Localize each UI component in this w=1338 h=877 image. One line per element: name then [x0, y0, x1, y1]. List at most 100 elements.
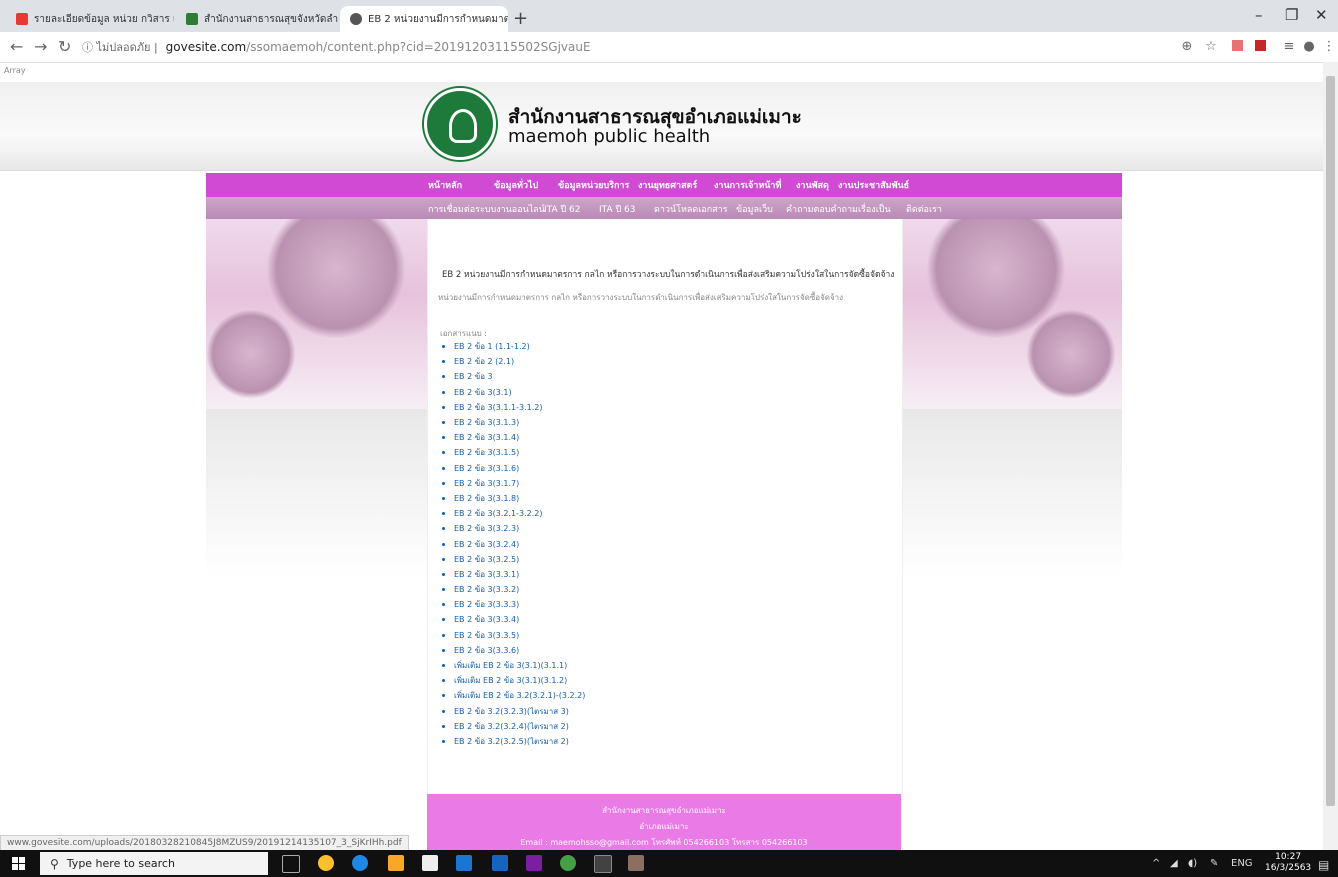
attachment-link[interactable]: EB 2 ข้อ 2 (2.1) — [442, 354, 585, 369]
attachment-link-text[interactable]: EB 2 ข้อ 3(3.1.6) — [454, 462, 519, 475]
attachment-link-text[interactable]: EB 2 ข้อ 3(3.1) — [454, 386, 512, 399]
attachment-link[interactable]: EB 2 ข้อ 3(3.1.4) — [442, 430, 585, 445]
attachment-link-text[interactable]: EB 2 ข้อ 3(3.2.1-3.2.2) — [454, 507, 542, 520]
nav-item-faq[interactable]: คำถามตอบคำถามเรื่องเป็น — [786, 202, 891, 216]
nav-item-downloads[interactable]: ดาวน์โหลดเอกสาร — [654, 202, 728, 216]
attachment-link-text[interactable]: EB 2 ข้อ 3 — [454, 370, 493, 383]
minimize-icon[interactable]: – — [1255, 6, 1263, 24]
attachment-link-text[interactable]: EB 2 ข้อ 3(3.1.7) — [454, 477, 519, 490]
nav-item-strategy[interactable]: งานยุทธศาสตร์ — [638, 178, 697, 192]
attachment-link[interactable]: เพิ่มเติม EB 2 ข้อ 3(3.1)(3.1.2) — [442, 673, 585, 688]
attachment-link[interactable]: EB 2 ข้อ 3(3.1.6) — [442, 461, 585, 476]
attachment-link[interactable]: EB 2 ข้อ 3(3.1.1-3.1.2) — [442, 400, 585, 415]
attachment-link[interactable]: EB 2 ข้อ 3(3.3.5) — [442, 628, 585, 643]
extension-pdf-icon[interactable] — [1255, 40, 1266, 51]
browser-tab-3-active[interactable]: EB 2 หน่วยงานมีการกำหนดมาตรการ ✕ — [340, 6, 508, 32]
address-bar[interactable]: ⓘ ไม่ปลอดภัย | govesite.com/ssomaemoh/co… — [82, 36, 1112, 58]
file-explorer-icon[interactable] — [388, 855, 404, 871]
edge-icon[interactable] — [352, 855, 368, 871]
attachment-link[interactable]: EB 2 ข้อ 3(3.3.3) — [442, 597, 585, 612]
photos-icon[interactable] — [594, 855, 612, 873]
windows-start-icon[interactable] — [12, 857, 26, 871]
nav-item-procurement[interactable]: งานพัสดุ — [796, 178, 829, 192]
attachment-link-text[interactable]: EB 2 ข้อ 3(3.1.5) — [454, 446, 519, 459]
attachment-link-text[interactable]: EB 2 ข้อ 1 (1.1-1.2) — [454, 340, 530, 353]
attachment-link-text[interactable]: EB 2 ข้อ 3.2(3.2.4)(ไตรมาส 2) — [454, 720, 569, 733]
nav-item-ita-62[interactable]: ITA ปี 62 — [544, 202, 581, 216]
attachment-link[interactable]: EB 2 ข้อ 3(3.2.5) — [442, 552, 585, 567]
new-tab-icon[interactable]: + — [513, 8, 528, 29]
attachment-link-text[interactable]: EB 2 ข้อ 3.2(3.2.3)(ไตรมาส 3) — [454, 705, 569, 718]
menu-icon[interactable]: ⋮ — [1322, 40, 1336, 54]
nav-item-online-systems[interactable]: การเชื่อมต่อระบบงานออนไลน์ — [428, 202, 545, 216]
zoom-icon[interactable]: ⊕ — [1180, 40, 1194, 54]
nav-item-service-units[interactable]: ข้อมูลหน่วยบริการ — [558, 178, 629, 192]
reload-icon[interactable]: ↻ — [58, 37, 71, 56]
browser-tab-2[interactable]: สำนักงานสาธารณสุขจังหวัดลำปาง - ... ✕ — [176, 6, 338, 32]
line-icon[interactable] — [560, 855, 576, 871]
attachment-link-text[interactable]: EB 2 ข้อ 3.2(3.2.5)(ไตรมาส 2) — [454, 735, 569, 748]
attachment-link[interactable]: EB 2 ข้อ 3(3.2.4) — [442, 536, 585, 551]
nav-item-contact[interactable]: ติดต่อเรา — [906, 202, 942, 216]
volume-icon[interactable]: ◖) — [1188, 858, 1197, 869]
attachment-link[interactable]: EB 2 ข้อ 3(3.1.7) — [442, 476, 585, 491]
nav-item-pr[interactable]: งานประชาสัมพันธ์ — [838, 178, 909, 192]
attachment-link-text[interactable]: EB 2 ข้อ 2 (2.1) — [454, 355, 514, 368]
attachment-link-text[interactable]: EB 2 ข้อ 3(3.3.4) — [454, 613, 519, 626]
attachment-link[interactable]: EB 2 ข้อ 3(3.2.1-3.2.2) — [442, 506, 585, 521]
attachment-link[interactable]: EB 2 ข้อ 3(3.1.5) — [442, 445, 585, 460]
nav-item-web-info[interactable]: ข้อมูลเว็บ — [736, 202, 773, 216]
mail-icon[interactable] — [456, 855, 472, 871]
close-window-icon[interactable]: ✕ — [1315, 6, 1328, 24]
attachment-link[interactable]: EB 2 ข้อ 3(3.3.4) — [442, 612, 585, 627]
attachment-link[interactable]: เพิ่มเติม EB 2 ข้อ 3(3.1)(3.1.1) — [442, 658, 585, 673]
attachment-link-text[interactable]: EB 2 ข้อ 3(3.3.5) — [454, 629, 519, 642]
attachment-link-text[interactable]: EB 2 ข้อ 3(3.1.8) — [454, 492, 519, 505]
chrome-icon[interactable] — [318, 855, 334, 871]
attachment-link[interactable]: เพิ่มเติม EB 2 ข้อ 3.2(3.2.1)-(3.2.2) — [442, 688, 585, 703]
attachment-link[interactable]: EB 2 ข้อ 3(3.3.1) — [442, 567, 585, 582]
bookmark-star-icon[interactable]: ☆ — [1204, 40, 1218, 54]
word-icon[interactable] — [492, 855, 508, 871]
attachment-link-text[interactable]: EB 2 ข้อ 3(3.3.2) — [454, 583, 519, 596]
tray-chevron-icon[interactable]: ^ — [1152, 858, 1160, 869]
attachment-link-text[interactable]: EB 2 ข้อ 3(3.1.4) — [454, 431, 519, 444]
taskbar-search[interactable]: ⚲ Type here to search — [40, 852, 268, 875]
nav-item-ita-63[interactable]: ITA ปี 63 — [599, 202, 636, 216]
scrollbar-thumb[interactable] — [1326, 76, 1335, 806]
attachment-link[interactable]: EB 2 ข้อ 3(3.3.2) — [442, 582, 585, 597]
attachment-link-text[interactable]: EB 2 ข้อ 3(3.2.4) — [454, 538, 519, 551]
pen-icon[interactable]: ✎ — [1210, 858, 1218, 869]
attachment-link-text[interactable]: เพิ่มเติม EB 2 ข้อ 3(3.1)(3.1.1) — [454, 659, 567, 672]
attachment-link[interactable]: EB 2 ข้อ 3 — [442, 369, 585, 384]
nav-item-personnel[interactable]: งานการเจ้าหน้าที่ — [714, 178, 781, 192]
attachment-link-text[interactable]: EB 2 ข้อ 3(3.2.5) — [454, 553, 519, 566]
notification-icon[interactable]: ▤ — [1318, 858, 1329, 872]
browser-tab-1[interactable]: รายละเอียดข้อมูล หน่วย กวิสาร และ... ✕ — [6, 6, 174, 32]
attachment-link[interactable]: EB 2 ข้อ 3(3.1.8) — [442, 491, 585, 506]
attachment-link-text[interactable]: EB 2 ข้อ 3(3.3.1) — [454, 568, 519, 581]
app-icon[interactable] — [526, 855, 542, 871]
taskbar-clock[interactable]: 10:27 16/3/2563 — [1265, 852, 1311, 874]
nav-item-general-info[interactable]: ข้อมูลทั่วไป — [494, 178, 538, 192]
attachment-link[interactable]: EB 2 ข้อ 3(3.3.6) — [442, 643, 585, 658]
attachment-link[interactable]: EB 2 ข้อ 3(3.1) — [442, 385, 585, 400]
extension-icon[interactable] — [1232, 40, 1243, 51]
reading-list-icon[interactable]: ≡ — [1282, 40, 1296, 54]
task-view-icon[interactable] — [282, 855, 300, 873]
profile-icon[interactable]: ● — [1302, 40, 1316, 54]
nav-item-home[interactable]: หน้าหลัก — [428, 178, 462, 192]
attachment-link[interactable]: EB 2 ข้อ 3.2(3.2.4)(ไตรมาส 2) — [442, 719, 585, 734]
attachment-link[interactable]: EB 2 ข้อ 3.2(3.2.5)(ไตรมาส 2) — [442, 734, 585, 749]
forward-icon[interactable]: → — [34, 37, 47, 56]
attachment-link[interactable]: EB 2 ข้อ 3(3.1.3) — [442, 415, 585, 430]
attachment-link-text[interactable]: EB 2 ข้อ 3(3.3.6) — [454, 644, 519, 657]
attachment-link-text[interactable]: EB 2 ข้อ 3(3.1.1-3.1.2) — [454, 401, 542, 414]
attachment-link[interactable]: EB 2 ข้อ 3(3.2.3) — [442, 521, 585, 536]
attachment-link-text[interactable]: EB 2 ข้อ 3(3.3.3) — [454, 598, 519, 611]
store-icon[interactable] — [422, 855, 438, 871]
network-icon[interactable]: ◢ — [1170, 858, 1178, 869]
attachment-link-text[interactable]: EB 2 ข้อ 3(3.1.3) — [454, 416, 519, 429]
attachment-link-text[interactable]: เพิ่มเติม EB 2 ข้อ 3.2(3.2.1)-(3.2.2) — [454, 689, 585, 702]
restore-icon[interactable]: ❐ — [1285, 6, 1298, 24]
